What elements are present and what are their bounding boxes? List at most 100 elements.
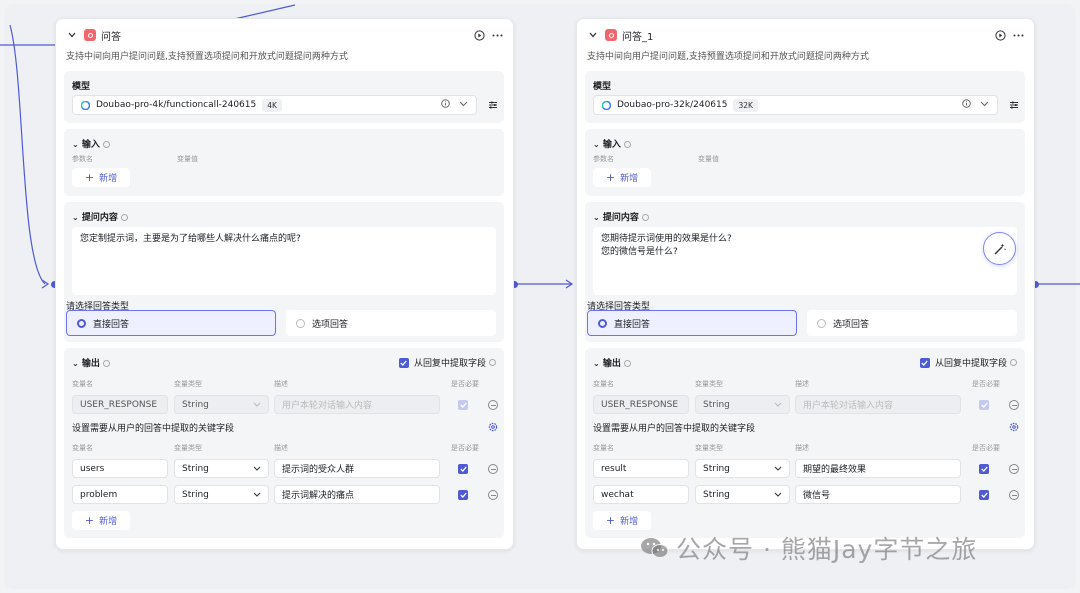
col-var-type: 变量类型 bbox=[174, 444, 202, 452]
settings-sliders-icon[interactable] bbox=[1009, 100, 1019, 110]
remove-row-icon[interactable] bbox=[1009, 490, 1019, 500]
remove-row-icon[interactable] bbox=[488, 464, 498, 474]
extract-fields-toggle[interactable]: 从回复中提取字段 bbox=[398, 356, 496, 369]
radio-direct-answer[interactable]: 直接回答 bbox=[66, 310, 276, 336]
question-textarea[interactable]: 您定制提示词，主要是为了给哪些人解决什么痛点的呢? bbox=[72, 227, 496, 295]
col-param-name: 参数名 bbox=[593, 155, 614, 163]
question-node[interactable]: 问答_1 支持中间向用户提问问题,支持预置选项提问和开放式问题提问两种方式 模型… bbox=[576, 18, 1035, 550]
checkbox-checked[interactable] bbox=[919, 357, 930, 368]
add-output-button[interactable]: + 新增 bbox=[593, 511, 651, 530]
var-type-select: String bbox=[174, 395, 269, 414]
description-input[interactable]: 提示词解决的痛点 bbox=[274, 485, 440, 504]
question-line: 您期待提示词使用的效果是什么? bbox=[601, 234, 732, 244]
question-node-icon bbox=[84, 29, 96, 41]
input-label: ⌄ 输入 bbox=[72, 137, 110, 150]
question-node[interactable]: 问答 支持中间向用户提问问题,支持预置选项提问和开放式问题提问两种方式 模型 D… bbox=[55, 18, 514, 550]
info-icon[interactable] bbox=[623, 360, 631, 367]
chevron-down-icon[interactable] bbox=[587, 29, 599, 41]
col-required: 是否必要 bbox=[451, 380, 479, 388]
info-icon[interactable] bbox=[441, 99, 450, 111]
info-icon[interactable] bbox=[102, 360, 110, 367]
required-checkbox[interactable] bbox=[979, 490, 989, 500]
more-icon[interactable] bbox=[491, 29, 503, 41]
output-section: ⌄ 输出 从回复中提取字段 变量名 变量类型 描述 是否必要 USER_RESP… bbox=[64, 348, 504, 538]
var-type-select[interactable]: String bbox=[174, 459, 269, 478]
question-line: 您的微信号是什么? bbox=[601, 247, 678, 257]
var-type-select[interactable]: String bbox=[174, 485, 269, 504]
radio-direct-answer[interactable]: 直接回答 bbox=[587, 310, 797, 336]
magic-wand-button[interactable] bbox=[983, 232, 1016, 265]
required-checkbox[interactable] bbox=[458, 464, 468, 474]
more-icon[interactable] bbox=[1012, 29, 1024, 41]
info-icon[interactable] bbox=[489, 359, 496, 366]
run-icon[interactable] bbox=[473, 29, 485, 41]
col-var-type: 变量类型 bbox=[174, 380, 202, 388]
add-input-button[interactable]: + 新增 bbox=[72, 168, 130, 187]
question-textarea[interactable]: 您期待提示词使用的效果是什么? 您的微信号是什么? bbox=[593, 227, 1017, 295]
gear-icon[interactable] bbox=[1009, 422, 1019, 432]
info-icon[interactable] bbox=[623, 141, 631, 148]
watermark: 公众号 · 熊猫Jay字节之旅 bbox=[640, 530, 977, 566]
col-description: 描述 bbox=[274, 380, 288, 388]
description-input[interactable]: 期望的最终效果 bbox=[795, 459, 961, 478]
required-checkbox bbox=[979, 400, 989, 410]
model-label: 模型 bbox=[593, 82, 612, 92]
info-icon[interactable] bbox=[120, 214, 128, 221]
col-description: 描述 bbox=[795, 444, 809, 452]
extract-fields-toggle[interactable]: 从回复中提取字段 bbox=[919, 356, 1017, 369]
var-type-select: String bbox=[695, 395, 790, 414]
description-field: 用户本轮对话输入内容 bbox=[274, 395, 440, 414]
var-name-input[interactable]: users bbox=[72, 459, 168, 478]
var-name-input[interactable]: wechat bbox=[593, 485, 689, 504]
description-input[interactable]: 微信号 bbox=[795, 485, 961, 504]
input-section: ⌄ 输入 参数名 变量值 + 新增 bbox=[64, 129, 504, 196]
node-title[interactable]: 问答_1 bbox=[622, 28, 653, 43]
model-select[interactable]: Doubao-pro-4k/functioncall-240615 4K bbox=[72, 95, 477, 115]
settings-sliders-icon[interactable] bbox=[488, 100, 498, 110]
col-description: 描述 bbox=[795, 380, 809, 388]
run-icon[interactable] bbox=[994, 29, 1006, 41]
node-title[interactable]: 问答 bbox=[101, 28, 121, 43]
question-section: ⌄ 提问内容 您期待提示词使用的效果是什么? 您的微信号是什么? 请选择回答类型… bbox=[585, 202, 1025, 342]
chevron-down-icon[interactable] bbox=[980, 100, 989, 110]
var-type-select[interactable]: String bbox=[695, 485, 790, 504]
required-checkbox[interactable] bbox=[458, 490, 468, 500]
model-select[interactable]: Doubao-pro-32k/240615 32K bbox=[593, 95, 998, 115]
description-input[interactable]: 提示词的受众人群 bbox=[274, 459, 440, 478]
radio-option-answer[interactable]: 选项回答 bbox=[807, 310, 1017, 336]
chevron-down-icon[interactable] bbox=[459, 100, 468, 110]
var-type-select[interactable]: String bbox=[695, 459, 790, 478]
output-label: ⌄ 输出 bbox=[593, 356, 631, 369]
add-input-button[interactable]: + 新增 bbox=[593, 168, 651, 187]
chevron-down-icon[interactable] bbox=[66, 29, 78, 41]
col-required: 是否必要 bbox=[972, 380, 1000, 388]
var-name-input[interactable]: result bbox=[593, 459, 689, 478]
col-param-name: 参数名 bbox=[72, 155, 93, 163]
remove-row-icon[interactable] bbox=[488, 490, 498, 500]
add-output-button[interactable]: + 新增 bbox=[72, 511, 130, 530]
var-name-input[interactable]: problem bbox=[72, 485, 168, 504]
col-var-name: 变量名 bbox=[593, 444, 614, 452]
wechat-icon bbox=[641, 538, 669, 558]
magic-wand-icon bbox=[994, 243, 1006, 254]
question-label: ⌄ 提问内容 bbox=[72, 210, 128, 223]
question-section: ⌄ 提问内容 您定制提示词，主要是为了给哪些人解决什么痛点的呢? 请选择回答类型… bbox=[64, 202, 504, 342]
gear-icon[interactable] bbox=[488, 422, 498, 432]
required-checkbox[interactable] bbox=[979, 464, 989, 474]
info-icon[interactable] bbox=[1010, 359, 1017, 366]
col-required: 是否必要 bbox=[451, 444, 479, 452]
question-label: ⌄ 提问内容 bbox=[593, 210, 649, 223]
info-icon[interactable] bbox=[102, 141, 110, 148]
model-name: Doubao-pro-4k/functioncall-240615 bbox=[96, 100, 257, 110]
watermark-text: 公众号 · 熊猫Jay字节之旅 bbox=[676, 535, 978, 564]
node-header: 问答_1 bbox=[587, 27, 1024, 43]
radio-option-answer[interactable]: 选项回答 bbox=[286, 310, 496, 336]
remove-icon bbox=[1009, 400, 1019, 410]
input-label: ⌄ 输入 bbox=[593, 137, 631, 150]
checkbox-checked[interactable] bbox=[398, 357, 409, 368]
info-icon[interactable] bbox=[641, 214, 649, 221]
info-icon[interactable] bbox=[962, 99, 971, 111]
remove-row-icon[interactable] bbox=[1009, 464, 1019, 474]
remove-icon bbox=[488, 400, 498, 410]
question-node-icon bbox=[605, 29, 617, 41]
